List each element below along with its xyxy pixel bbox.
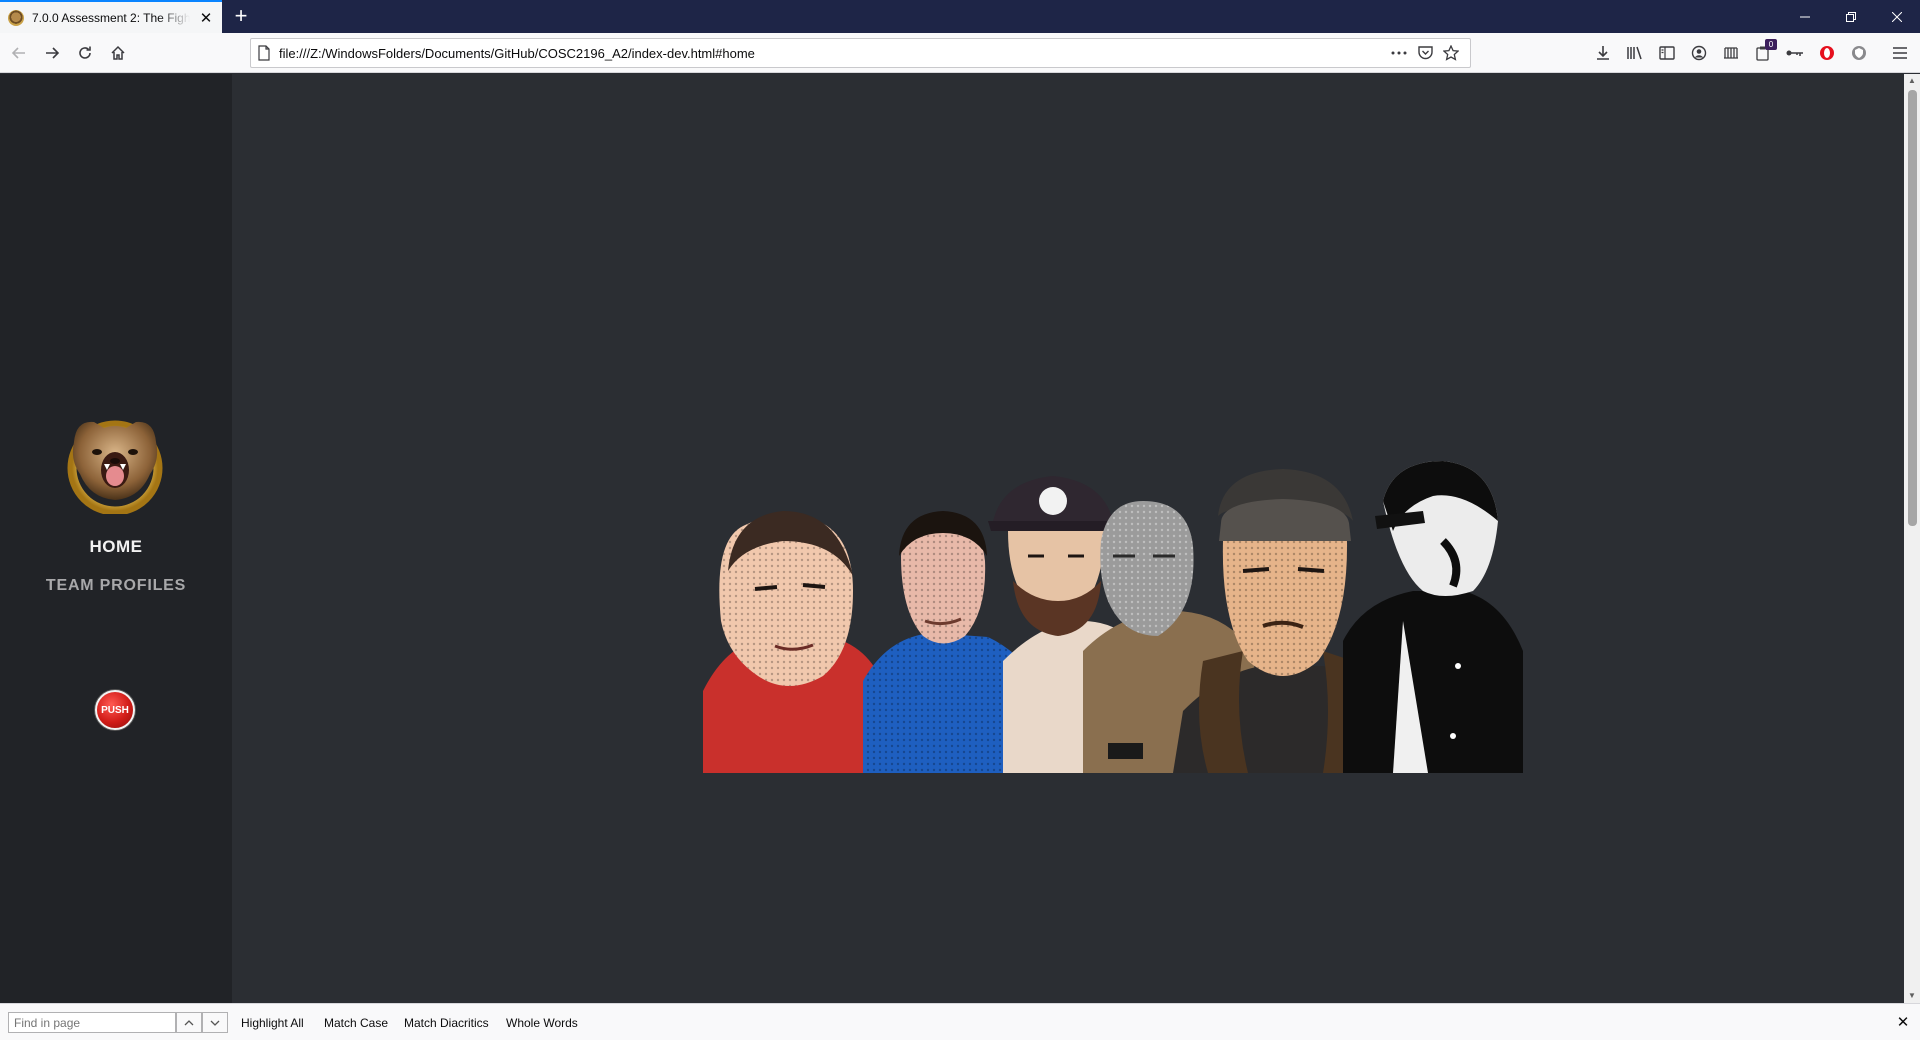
menu-icon (1893, 47, 1907, 59)
find-close-icon[interactable]: ✕ (1894, 1013, 1912, 1031)
team-logo[interactable] (64, 412, 166, 514)
main-content (232, 74, 1904, 1003)
home-icon (111, 45, 125, 60)
downloads-icon (1597, 46, 1609, 60)
url-bar[interactable]: file:///Z:/WindowsFolders/Documents/GitH… (250, 38, 1471, 68)
tab-active[interactable]: 7.0.0 Assessment 2: The Fighting Mongoos… (0, 0, 222, 33)
tab-close-icon[interactable]: ✕ (198, 10, 214, 27)
extension-button-2[interactable]: 0 (1749, 39, 1777, 67)
scroll-down-arrow[interactable]: ▼ (1904, 989, 1920, 1003)
sidebar-toggle-icon (1659, 46, 1675, 60)
forward-arrow-icon (46, 47, 60, 59)
scroll-up-arrow[interactable]: ▲ (1904, 74, 1920, 88)
whole-words-toggle[interactable]: Whole Words (506, 1016, 578, 1030)
opera-vpn-button[interactable] (1813, 39, 1841, 67)
team-banner-image (703, 461, 1523, 773)
pocket-icon[interactable] (1412, 40, 1438, 66)
sidebar-toggle-button[interactable] (1653, 39, 1681, 67)
key-icon (1786, 50, 1803, 56)
close-window-button[interactable] (1874, 0, 1920, 33)
page-scrollbar[interactable]: ▲ ▼ (1904, 74, 1920, 1003)
find-bar: Highlight All Match Case Match Diacritic… (0, 1003, 1920, 1040)
extension-icon (1724, 47, 1738, 59)
highlight-all-toggle[interactable]: Highlight All (241, 1016, 304, 1030)
find-next-button[interactable] (202, 1012, 228, 1033)
site-sidebar: HOME TEAM PROFILES PUSH (0, 74, 232, 1003)
library-icon (1627, 46, 1642, 60)
scroll-thumb[interactable] (1908, 90, 1917, 526)
page-info-icon[interactable] (257, 45, 271, 61)
extension-button-3[interactable] (1781, 39, 1809, 67)
shield-icon (1852, 46, 1866, 60)
find-input[interactable] (8, 1012, 176, 1033)
opera-icon (1820, 46, 1834, 60)
downloads-button[interactable] (1589, 39, 1617, 67)
extension-button-1[interactable] (1717, 39, 1745, 67)
new-tab-button[interactable]: + (229, 4, 253, 28)
back-arrow-icon (11, 47, 25, 59)
bookmark-star-icon[interactable] (1438, 40, 1464, 66)
main-menu-button[interactable] (1886, 39, 1914, 67)
chevron-up-icon (184, 1019, 194, 1025)
home-button[interactable] (104, 39, 132, 67)
back-button[interactable] (5, 39, 33, 67)
favicon-icon (8, 9, 24, 26)
minimize-button[interactable] (1782, 0, 1828, 33)
extension-button-4[interactable] (1845, 39, 1873, 67)
more-actions-icon[interactable] (1386, 40, 1412, 66)
url-text[interactable]: file:///Z:/WindowsFolders/Documents/GitH… (279, 46, 1386, 61)
push-button[interactable]: PUSH (95, 690, 135, 730)
restore-button[interactable] (1828, 0, 1874, 33)
tab-title: 7.0.0 Assessment 2: The Fighting Mongoos… (32, 10, 190, 25)
navigation-toolbar: file:///Z:/WindowsFolders/Documents/GitH… (0, 33, 1920, 73)
match-diacritics-toggle[interactable]: Match Diacritics (404, 1016, 489, 1030)
account-icon (1691, 45, 1707, 61)
team-member-1-portrait (703, 511, 888, 773)
reload-button[interactable] (71, 39, 99, 67)
chevron-down-icon (210, 1020, 220, 1026)
reload-icon (79, 46, 91, 59)
tab-strip: 7.0.0 Assessment 2: The Fighting Mongoos… (0, 0, 1920, 33)
forward-button[interactable] (38, 39, 66, 67)
nav-team-profiles-link[interactable]: TEAM PROFILES (0, 577, 232, 595)
account-button[interactable] (1685, 39, 1713, 67)
match-case-toggle[interactable]: Match Case (324, 1016, 388, 1030)
library-button[interactable] (1621, 39, 1649, 67)
find-previous-button[interactable] (176, 1012, 202, 1033)
team-member-6-portrait (1343, 461, 1523, 773)
extension-badge: 0 (1765, 39, 1777, 50)
nav-home-link[interactable]: HOME (0, 537, 232, 557)
